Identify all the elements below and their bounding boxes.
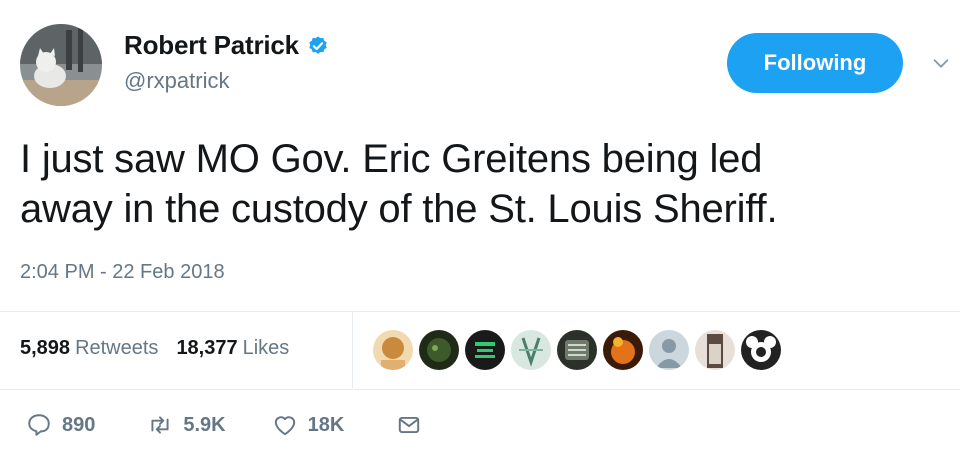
tweet-text: I just saw MO Gov. Eric Greitens being l…	[20, 134, 950, 234]
liker-avatar[interactable]	[511, 330, 551, 370]
verified-badge-icon	[309, 35, 327, 54]
heart-icon	[274, 416, 295, 436]
reply-icon	[28, 414, 50, 436]
tweet-text-line-2: away in the custody of the St. Louis She…	[20, 187, 778, 231]
profile-avatar[interactable]	[20, 24, 102, 106]
liker-avatar[interactable]	[649, 330, 689, 370]
likes-count[interactable]: 18,377	[176, 337, 237, 360]
tweet-text-line-1: I just saw MO Gov. Eric Greitens being l…	[20, 137, 763, 181]
liker-avatar[interactable]	[465, 330, 505, 370]
retweet-action[interactable]: 5.9K	[147, 412, 226, 438]
following-button[interactable]: Following	[727, 33, 903, 93]
likers-avatars	[373, 330, 787, 370]
liker-avatar[interactable]	[741, 330, 781, 370]
liker-avatar[interactable]	[373, 330, 413, 370]
user-name-row: Robert Patrick	[124, 30, 329, 61]
like-count: 18K	[307, 413, 345, 436]
divider-bottom	[0, 389, 960, 390]
tweet-timestamp[interactable]: 2:04 PM - 22 Feb 2018	[20, 261, 225, 284]
like-action[interactable]: 18K	[272, 412, 345, 438]
direct-message-action[interactable]	[396, 412, 422, 438]
chevron-down-icon[interactable]	[930, 52, 952, 74]
user-handle[interactable]: @rxpatrick	[124, 68, 229, 94]
liker-avatar[interactable]	[603, 330, 643, 370]
tweet-stats: 5,898 Retweets 18,377 Likes	[20, 337, 289, 360]
retweets-count[interactable]: 5,898	[20, 337, 70, 360]
divider-vertical	[352, 312, 353, 388]
tweet-actions: 890 5.9K 18K	[26, 412, 422, 438]
envelope-icon	[399, 416, 420, 434]
liker-avatar[interactable]	[419, 330, 459, 370]
reply-count: 890	[62, 413, 96, 436]
liker-avatar[interactable]	[557, 330, 597, 370]
user-name[interactable]: Robert Patrick	[124, 30, 299, 61]
retweet-count: 5.9K	[183, 413, 226, 436]
divider-top	[0, 311, 960, 312]
retweet-icon	[151, 416, 169, 434]
likes-label[interactable]: Likes	[243, 337, 290, 360]
retweets-label[interactable]: Retweets	[75, 337, 158, 360]
reply-action[interactable]: 890	[26, 412, 95, 438]
liker-avatar[interactable]	[695, 330, 735, 370]
